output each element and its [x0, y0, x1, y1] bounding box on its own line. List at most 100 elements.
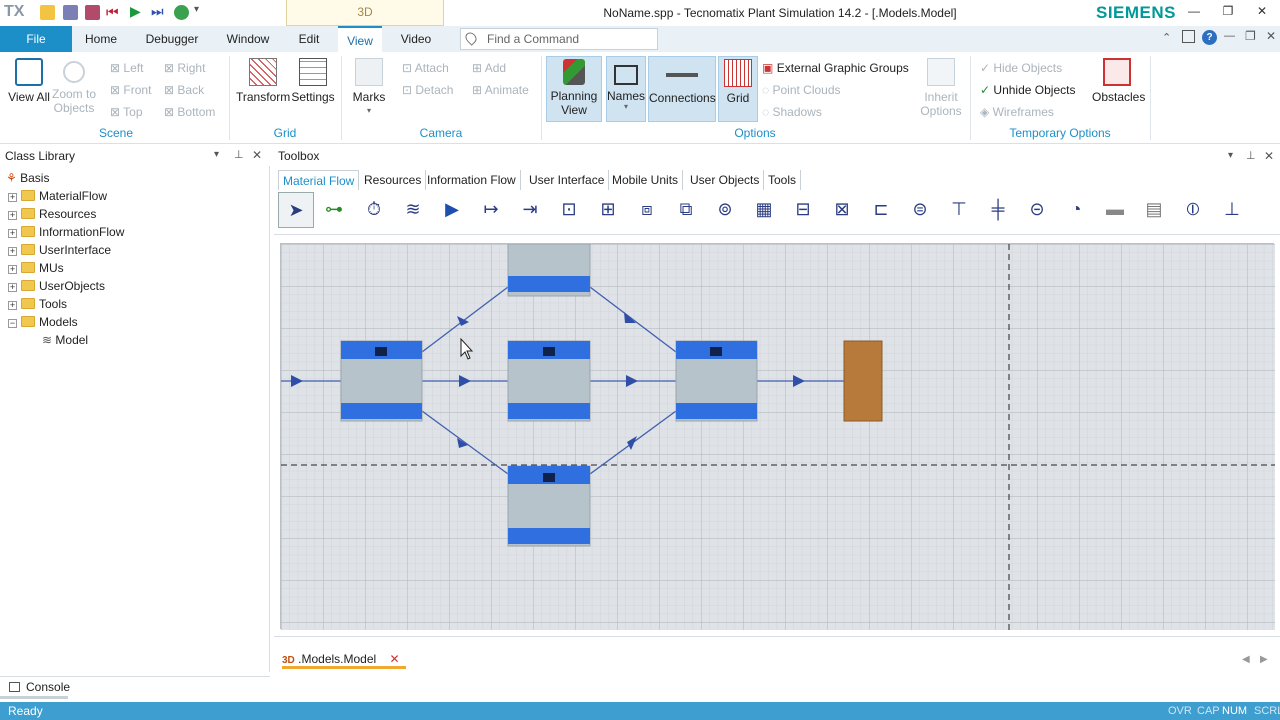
tree-item-basis[interactable]: ⚘ Basis	[6, 169, 49, 187]
restore-icon[interactable]: ❐	[1218, 4, 1238, 20]
tree-item-models[interactable]: − Models	[8, 313, 78, 331]
drain-tool-icon[interactable]: ⇥	[512, 192, 548, 228]
point-clouds-button[interactable]: ◌ Point Clouds	[762, 83, 841, 97]
ribbon-collapse-icon[interactable]: ⌃	[1162, 31, 1171, 44]
close-icon[interactable]: ✕	[1252, 4, 1272, 20]
camera-add-button[interactable]: ⊞ Add	[472, 61, 506, 75]
tree-item-resources[interactable]: + Resources	[8, 205, 96, 223]
toolbox-tab-tools[interactable]: Tools	[764, 170, 802, 190]
toolbox-tab-user-interface[interactable]: User Interface	[525, 170, 610, 190]
external-graphic-groups-button[interactable]: ▣ External Graphic Groups	[762, 61, 909, 75]
station-bottom[interactable]	[507, 465, 591, 547]
toolbox-pin-icon[interactable]: ⊥	[1246, 149, 1256, 162]
minimize-icon[interactable]: —	[1184, 4, 1204, 20]
disassembly-tool-icon[interactable]: ⧉	[668, 192, 704, 228]
station-middle[interactable]	[507, 340, 591, 422]
view-front-button[interactable]: ⊠ Front	[110, 83, 151, 97]
station-tool-icon[interactable]: ⊡	[551, 192, 587, 228]
flow-control-icon[interactable]: ⦶	[1175, 192, 1211, 228]
view-bottom-button[interactable]: ⊠ Bottom	[164, 105, 215, 119]
reset-icon[interactable]: ⏮	[106, 4, 119, 21]
placebuffer-tool-icon[interactable]: ⊠	[824, 192, 860, 228]
assembly-tool-icon[interactable]: ⧈	[629, 192, 665, 228]
tree-item-tools[interactable]: + Tools	[8, 295, 67, 313]
station-right[interactable]	[675, 340, 758, 422]
expand-icon[interactable]: +	[8, 211, 17, 220]
pointer-tool-icon[interactable]: ➤	[278, 192, 314, 228]
sorter-tool-icon[interactable]: ⊏	[863, 192, 899, 228]
grid-toggle-button[interactable]: Grid	[718, 56, 758, 122]
expand-icon[interactable]: +	[8, 193, 17, 202]
attach-button[interactable]: ⊡ Attach	[402, 61, 449, 75]
doc-minimize-icon[interactable]: —	[1224, 30, 1235, 42]
tab-window[interactable]: Window	[218, 26, 278, 52]
view-back-button[interactable]: ⊠ Back	[164, 83, 204, 97]
toolbox-tab-mobile-units[interactable]: Mobile Units	[608, 170, 684, 190]
tree-item-mus[interactable]: + MUs	[8, 259, 64, 277]
view-left-button[interactable]: ⊠ Left	[110, 61, 143, 75]
event-controller-icon[interactable]: ⏱	[356, 192, 392, 228]
station-top[interactable]	[507, 243, 591, 297]
turnplate-tool-icon[interactable]: ◔	[1058, 192, 1094, 228]
step-icon[interactable]	[174, 5, 189, 20]
zoom-to-objects-button[interactable]: Zoom to Objects	[50, 58, 98, 115]
camera-animate-button[interactable]: ⊞ Animate	[472, 83, 529, 97]
panel-close-icon[interactable]: ✕	[252, 148, 262, 162]
document-tab-model[interactable]: 3D .Models.Model ✕	[282, 651, 406, 669]
new-file-icon[interactable]	[40, 5, 55, 20]
inherit-options-button[interactable]: Inherit Options	[916, 58, 966, 118]
connections-button[interactable]: Connections	[648, 56, 716, 122]
expand-icon[interactable]: +	[8, 247, 17, 256]
hierarchy-tool-icon[interactable]: ⊥	[1214, 192, 1250, 228]
tree-item-informationflow[interactable]: + InformationFlow	[8, 223, 124, 241]
angular-converter-icon[interactable]: ⊤	[941, 192, 977, 228]
collapse-icon[interactable]: −	[8, 319, 17, 328]
quick-access-dropdown-icon[interactable]: ▾	[194, 4, 199, 15]
tab-scroll-left-icon[interactable]: ◀	[1242, 654, 1250, 665]
document-tab-close-icon[interactable]: ✕	[390, 652, 400, 666]
transform-button[interactable]: Transform	[236, 58, 290, 104]
console-panel-tab[interactable]: Console	[0, 676, 270, 696]
toolbox-tab-material-flow[interactable]: Material Flow	[278, 170, 360, 190]
model-canvas[interactable]	[280, 243, 1275, 630]
shadows-button[interactable]: ◌ Shadows	[762, 105, 822, 119]
line-tool-icon[interactable]: ⊜	[902, 192, 938, 228]
view-top-button[interactable]: ⊠ Top	[110, 105, 143, 119]
tab-file[interactable]: File	[0, 26, 72, 52]
tab-home[interactable]: Home	[72, 26, 130, 52]
turntable-tool-icon[interactable]: ⊝	[1019, 192, 1055, 228]
fast-forward-icon[interactable]: ⏭	[151, 3, 164, 20]
unhide-objects-button[interactable]: ✓ Unhide Objects	[980, 83, 1075, 97]
drain[interactable]	[843, 340, 883, 422]
source-tool-icon[interactable]: ▶	[434, 192, 470, 228]
tab-view[interactable]: View	[338, 26, 382, 52]
buffer-tool-icon[interactable]: ⊟	[785, 192, 821, 228]
toolbox-close-icon[interactable]: ✕	[1264, 149, 1274, 163]
transfer-station-icon[interactable]: ▤	[1136, 192, 1172, 228]
tab-edit[interactable]: Edit	[292, 26, 326, 52]
marks-button[interactable]: Marks ▾	[348, 58, 390, 118]
tree-item-userinterface[interactable]: + UserInterface	[8, 241, 111, 259]
grid-settings-button[interactable]: Settings	[290, 58, 336, 104]
save-as-icon[interactable]	[85, 5, 100, 20]
track-tool-icon[interactable]: ╪	[980, 192, 1016, 228]
toolbox-tab-information-flow[interactable]: Information Flow	[423, 170, 521, 190]
view-all-button[interactable]: View All	[6, 58, 52, 104]
tree-item-materialflow[interactable]: + MaterialFlow	[8, 187, 107, 205]
panel-dropdown-icon[interactable]: ▾	[214, 149, 219, 160]
save-icon[interactable]	[63, 5, 78, 20]
toolbox-dropdown-icon[interactable]: ▾	[1228, 150, 1233, 161]
expand-icon[interactable]: +	[8, 283, 17, 292]
tree-item-userobjects[interactable]: + UserObjects	[8, 277, 105, 295]
connector-tool-icon[interactable]: ⊶	[316, 192, 352, 228]
names-button[interactable]: Names ▾	[606, 56, 646, 122]
detach-button[interactable]: ⊡ Detach	[402, 83, 453, 97]
toolbox-tab-user-objects[interactable]: User Objects	[686, 170, 765, 190]
doc-restore-icon[interactable]: ❐	[1245, 29, 1256, 43]
find-command-input[interactable]: Find a Command	[460, 28, 658, 50]
tree-item-model[interactable]: ≋ Model	[42, 331, 88, 349]
start-icon[interactable]: ▶	[130, 3, 141, 20]
tab-video[interactable]: Video	[394, 26, 438, 52]
cycle-tool-icon[interactable]: ⊚	[707, 192, 743, 228]
expand-icon[interactable]: +	[8, 301, 17, 310]
